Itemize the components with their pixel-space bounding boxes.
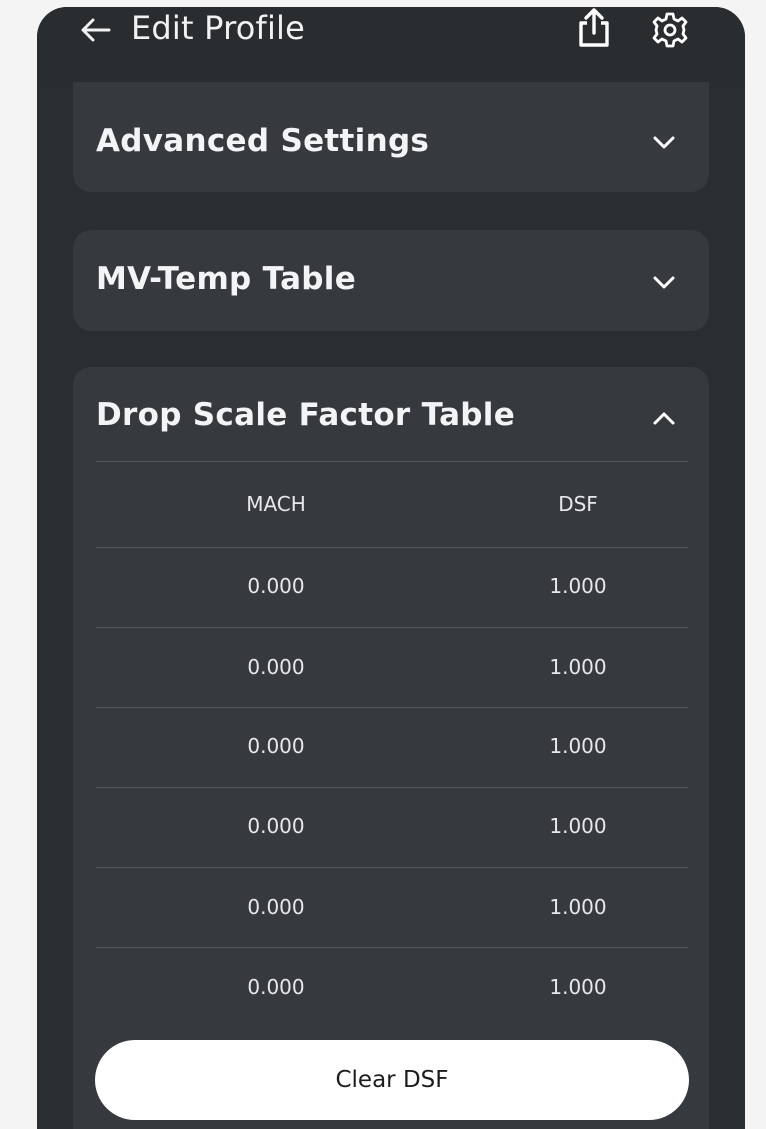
dsf-value-cell[interactable]: 1.000 [478, 734, 678, 758]
arrow-left-icon[interactable] [79, 13, 113, 47]
mv-temp-table-section[interactable]: MV-Temp Table [73, 230, 709, 331]
mach-value-cell[interactable]: 0.000 [176, 734, 376, 758]
advanced-settings-section[interactable]: Advanced Settings [73, 82, 709, 192]
mach-value-cell[interactable]: 0.000 [176, 814, 376, 838]
mach-value-cell[interactable]: 0.000 [176, 975, 376, 999]
dsf-value-cell[interactable]: 1.000 [478, 895, 678, 919]
chevron-down-icon[interactable] [647, 265, 681, 299]
share-icon[interactable] [574, 7, 614, 49]
dsf-value-cell[interactable]: 1.000 [478, 655, 678, 679]
dsf-value-cell[interactable]: 1.000 [478, 574, 678, 598]
chevron-down-icon[interactable] [647, 125, 681, 159]
divider [96, 627, 688, 628]
divider [96, 947, 688, 948]
divider [96, 461, 688, 462]
clear-dsf-button[interactable]: Clear DSF [95, 1040, 689, 1120]
gear-icon[interactable] [651, 11, 689, 49]
divider [96, 547, 688, 548]
phone-screen: Edit Profile Advanced Settings MV-Temp T… [37, 7, 745, 1129]
section-title: Advanced Settings [96, 123, 430, 159]
dsf-value-cell[interactable]: 1.000 [478, 975, 678, 999]
page-title: Edit Profile [131, 9, 306, 47]
divider [96, 787, 688, 788]
mach-value-cell[interactable]: 0.000 [176, 574, 376, 598]
drop-scale-factor-table-section: Drop Scale Factor Table MACH DSF 0.000 1… [73, 367, 709, 1129]
chevron-up-icon[interactable] [647, 402, 681, 436]
section-title: MV-Temp Table [96, 261, 357, 297]
app-header: Edit Profile [37, 7, 745, 85]
divider [96, 867, 688, 868]
column-header-dsf: DSF [558, 492, 598, 516]
divider [96, 707, 688, 708]
column-header-mach: MACH [246, 492, 306, 516]
mach-value-cell[interactable]: 0.000 [176, 655, 376, 679]
section-title[interactable]: Drop Scale Factor Table [96, 397, 515, 433]
mach-value-cell[interactable]: 0.000 [176, 895, 376, 919]
dsf-value-cell[interactable]: 1.000 [478, 814, 678, 838]
